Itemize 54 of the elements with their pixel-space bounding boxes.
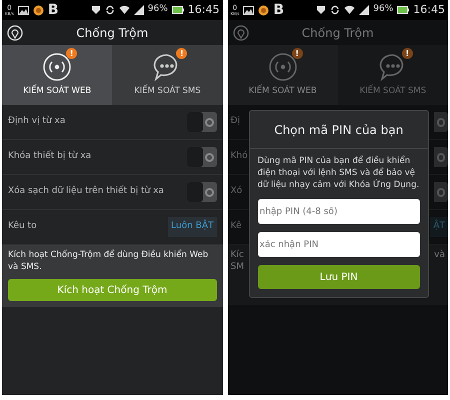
setting-value[interactable]: Luôn BẬT	[168, 217, 216, 237]
tab[interactable]: ! KIẾM SOÁT SMS	[112, 45, 222, 105]
tab[interactable]: ! KIẾM SOÁT WEB	[228, 45, 338, 105]
toggle-switch[interactable]	[434, 112, 448, 132]
dialog-message: Dùng mã PIN của bạn để điều khiển điện thoại với lệnh SMS và để bảo vệ dữ liệu nhạy cảm với Khóa Ứng Dụng.	[258, 155, 420, 191]
battery-icon	[397, 6, 410, 14]
setting-label: Khó	[230, 150, 248, 164]
toggle-switch[interactable]	[434, 147, 448, 167]
signal-icon	[134, 5, 144, 15]
alert-badge: !	[176, 48, 188, 60]
app-letter: B	[48, 3, 58, 17]
toggle-switch[interactable]	[434, 182, 448, 202]
shield-icon	[316, 5, 326, 15]
battery-icon	[172, 6, 184, 14]
battery-percent: 96%	[373, 3, 394, 16]
screen-title: Chống Trộm	[302, 24, 374, 42]
wifi-icon	[344, 5, 356, 15]
info-text: Kích hoạt Chống-Trộm để dùng Điều khiển Web và SMS.	[8, 249, 210, 273]
signal-icon	[359, 5, 370, 15]
setting-label: Định vị từ xa	[8, 115, 66, 128]
wifi-icon	[118, 5, 130, 15]
clock-time: 16:45	[188, 2, 220, 18]
app-icon	[32, 4, 44, 16]
tab[interactable]: ! KIẾM SOÁT SMS	[338, 45, 448, 105]
setting-label: Xóa sạch dữ liệu trên thiết bị từ xa	[8, 185, 164, 198]
broadcast-icon	[268, 52, 298, 82]
sync-icon	[330, 5, 340, 15]
battery-percent: 96%	[148, 3, 168, 16]
setting-label: Xó	[230, 185, 242, 198]
toggle-switch[interactable]	[186, 182, 216, 202]
setting-label: Kê	[230, 220, 242, 234]
pin-field[interactable]: xác nhận PIN	[258, 232, 420, 257]
alert-badge: !	[402, 48, 413, 60]
setting-label: Đị	[230, 115, 240, 128]
info-text-fragment: SM	[230, 261, 244, 273]
alert-badge: !	[66, 48, 78, 60]
app-letter: B	[273, 3, 284, 17]
screen-title: Chống Trộm	[76, 24, 148, 42]
alert-badge: !	[292, 48, 303, 60]
info-text-fragment: và	[434, 249, 445, 262]
clock-time: 16:45	[413, 2, 445, 18]
toggle-switch[interactable]	[186, 112, 216, 132]
shield-icon	[90, 5, 101, 15]
tab[interactable]: ! KIẾM SOÁT WEB	[2, 45, 112, 105]
broadcast-icon	[42, 52, 72, 82]
image-icon	[18, 6, 29, 14]
info-text-fragment: Kíc	[230, 249, 244, 261]
setting-label: Khóa thiết bị từ xa	[8, 150, 92, 164]
image-icon	[243, 6, 254, 14]
app-icon	[258, 4, 270, 16]
sync-icon	[104, 5, 115, 15]
dialog-title: Chọn mã PIN của bạn	[274, 122, 404, 138]
toggle-switch[interactable]	[186, 147, 216, 167]
setting-label: Kêu to	[8, 220, 37, 234]
